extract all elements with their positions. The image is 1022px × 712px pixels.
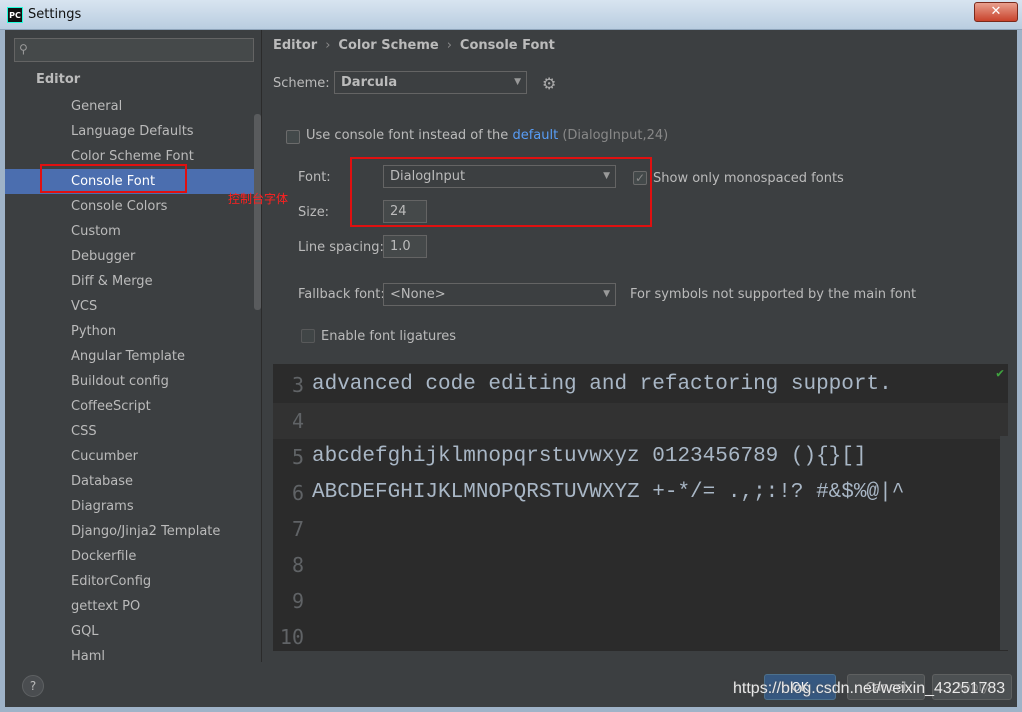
breadcrumb-console-font: Console Font [459, 38, 555, 53]
preview-line: 7 [273, 511, 1008, 547]
sidebar-item-gql[interactable]: GQL [5, 619, 255, 644]
highlight-box-console-font [40, 164, 187, 193]
scheme-label: Scheme: [273, 76, 330, 91]
breadcrumb-editor[interactable]: Editor [273, 38, 317, 53]
use-console-font-label: Use console font instead of the default … [306, 128, 668, 143]
preview-line-text: abcdefghijklmnopqrstuvwxyz 0123456789 ()… [312, 445, 867, 468]
line-number: 10 [279, 625, 304, 649]
line-spacing-label: Line spacing: [298, 240, 384, 255]
fallback-font-hint: For symbols not supported by the main fo… [630, 287, 917, 302]
preview-line-text: ABCDEFGHIJKLMNOPQRSTUVWXYZ +-*/= .,;:!? … [312, 481, 905, 504]
preview-scrollbar[interactable] [1000, 436, 1008, 650]
gear-icon[interactable]: ⚙ [542, 75, 560, 93]
chevron-down-icon: ▼ [603, 289, 610, 299]
line-number: 6 [291, 481, 304, 505]
sidebar-item-database[interactable]: Database [5, 469, 255, 494]
search-icon: ⚲ [19, 42, 28, 56]
preview-line: 5 abcdefghijklmnopqrstuvwxyz 0123456789 (… [273, 439, 1008, 475]
font-label: Font: [298, 170, 331, 185]
sidebar-scrollbar[interactable] [254, 114, 261, 310]
line-number: 7 [291, 517, 304, 541]
settings-search-input[interactable]: ⚲ [14, 38, 254, 62]
chevron-down-icon: ▼ [514, 77, 521, 87]
line-number: 9 [291, 589, 304, 613]
pycharm-logo-icon: PC [7, 7, 23, 23]
sidebar-item-dockerfile[interactable]: Dockerfile [5, 544, 255, 569]
highlight-box-font-size [350, 157, 652, 227]
preview-line-text: advanced code editing and refactoring su… [312, 373, 892, 396]
sidebar-item-custom[interactable]: Custom [5, 219, 255, 244]
breadcrumb: Editor › Color Scheme › Console Font [273, 38, 555, 53]
help-button[interactable]: ? [22, 675, 44, 697]
sidebar-item-python[interactable]: Python [5, 319, 255, 344]
settings-sidebar: ⚲ Editor General Language Defaults Color S… [5, 30, 262, 664]
sidebar-item-diagrams[interactable]: Diagrams [5, 494, 255, 519]
fallback-font-select[interactable]: <None> ▼ [383, 283, 616, 306]
sidebar-item-console-colors[interactable]: Console Colors [5, 194, 255, 219]
window-title: Settings [28, 7, 82, 22]
preview-line: 9 [273, 583, 1008, 619]
sidebar-item-coffeescript[interactable]: CoffeeScript [5, 394, 255, 419]
preview-line: 6 ABCDEFGHIJKLMNOPQRSTUVWXYZ +-*/= .,;:!?… [273, 475, 1008, 511]
line-number: 3 [291, 373, 304, 397]
sidebar-item-language-defaults[interactable]: Language Defaults [5, 119, 255, 144]
ligatures-label: Enable font ligatures [321, 329, 457, 344]
line-number: 8 [291, 553, 304, 577]
watermark-text: https://blog.csdn.net/weixin_43251783 [733, 680, 1006, 697]
fallback-font-value: <None> [390, 287, 446, 302]
breadcrumb-color-scheme[interactable]: Color Scheme [338, 38, 438, 53]
default-font-hint: (DialogInput,24) [562, 128, 669, 143]
settings-dialog: ⚲ Editor General Language Defaults Color S… [5, 30, 1017, 707]
preview-line: 4 [273, 403, 1008, 439]
preview-line: 3 advanced code editing and refactoring s… [273, 367, 1008, 403]
line-spacing-input[interactable]: 1.0 [383, 235, 427, 258]
monospaced-label: Show only monospaced fonts [653, 171, 844, 186]
size-label: Size: [298, 205, 330, 220]
scheme-value: Darcula [341, 75, 398, 90]
fallback-font-label: Fallback font: [298, 287, 385, 302]
sidebar-item-vcs[interactable]: VCS [5, 294, 255, 319]
use-console-font-checkbox[interactable] [286, 130, 300, 144]
sidebar-item-debugger[interactable]: Debugger [5, 244, 255, 269]
sidebar-item-general[interactable]: General [5, 94, 255, 119]
sidebar-item-editorconfig[interactable]: EditorConfig [5, 569, 255, 594]
sidebar-item-gettext-po[interactable]: gettext PO [5, 594, 255, 619]
annotation-text: 控制台字体 [228, 192, 289, 206]
chevron-right-icon: › [446, 38, 452, 53]
line-number: 4 [291, 409, 304, 433]
ligatures-checkbox[interactable] [301, 329, 315, 343]
title-bar: PC Settings ✕ [0, 0, 1022, 30]
preview-line: 10 [273, 619, 1008, 651]
preview-line: 8 [273, 547, 1008, 583]
font-preview-editor[interactable]: ✔ 3 advanced code editing and refactoring… [273, 364, 1008, 651]
sidebar-item-cucumber[interactable]: Cucumber [5, 444, 255, 469]
sidebar-item-css[interactable]: CSS [5, 419, 255, 444]
chevron-right-icon: › [325, 38, 331, 53]
sidebar-item-buildout-config[interactable]: Buildout config [5, 369, 255, 394]
line-number: 5 [291, 445, 304, 469]
sidebar-section-editor[interactable]: Editor [36, 72, 80, 87]
sidebar-item-diff-merge[interactable]: Diff & Merge [5, 269, 255, 294]
sidebar-item-django-jinja2-template[interactable]: Django/Jinja2 Template [5, 519, 255, 544]
close-window-button[interactable]: ✕ [974, 2, 1018, 22]
sidebar-item-angular-template[interactable]: Angular Template [5, 344, 255, 369]
use-console-font-text: Use console font instead of the [306, 128, 509, 143]
default-font-link[interactable]: default [512, 128, 558, 143]
scheme-select[interactable]: Darcula ▼ [334, 71, 527, 94]
